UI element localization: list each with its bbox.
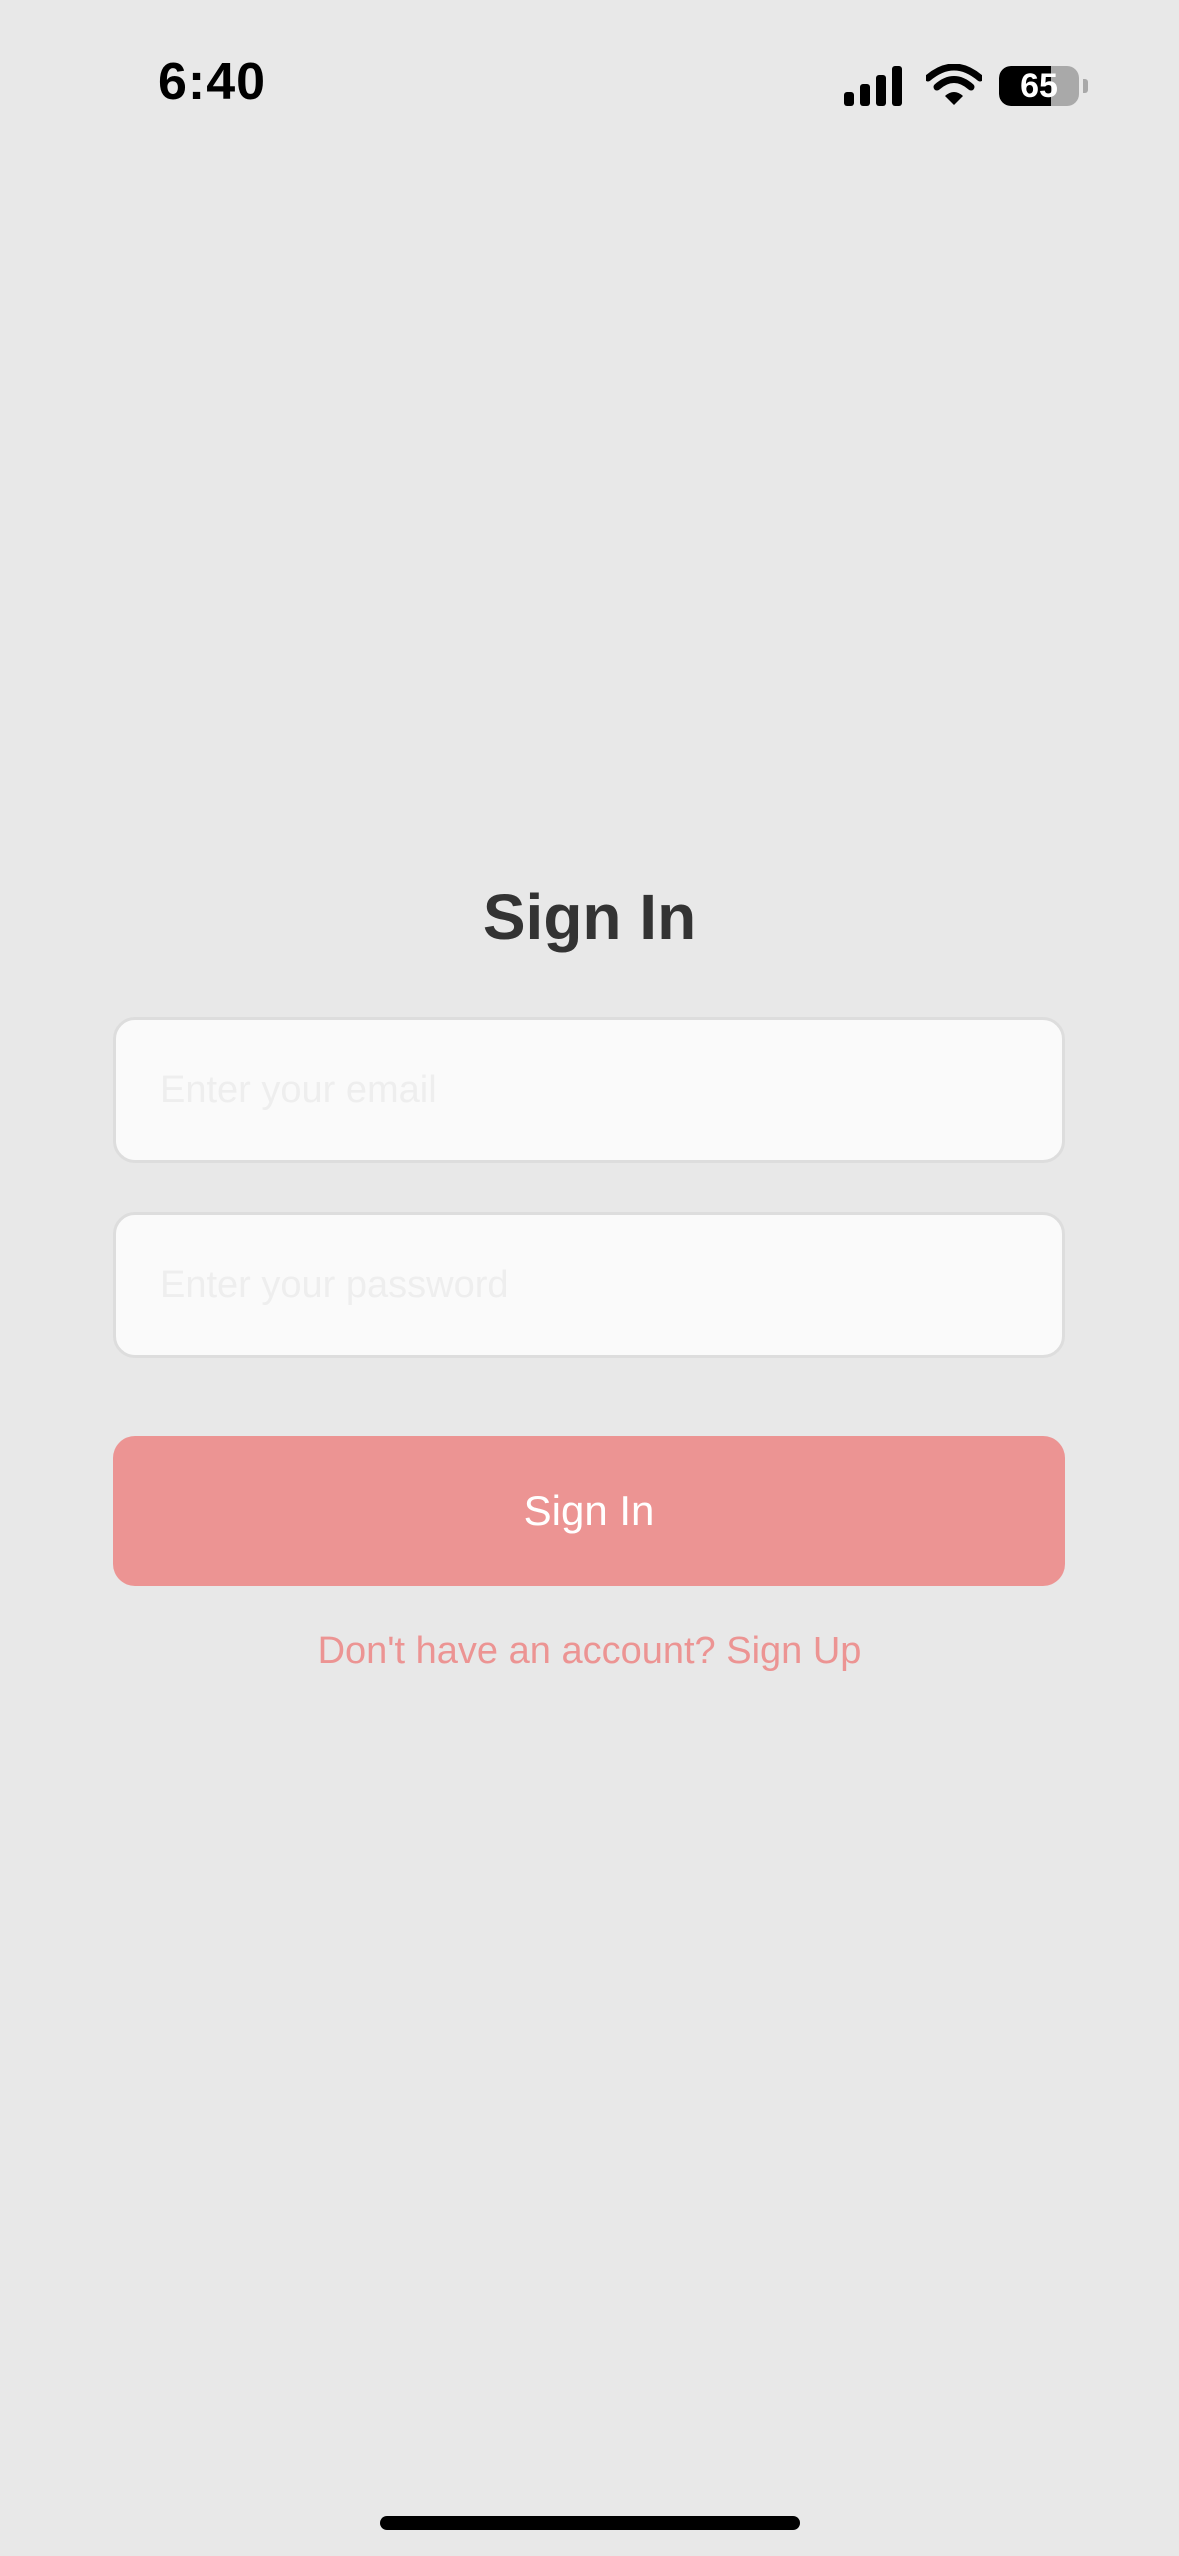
password-field[interactable] (113, 1212, 1065, 1358)
email-field[interactable] (113, 1017, 1065, 1163)
sign-in-button[interactable]: Sign In (113, 1436, 1065, 1586)
page-title: Sign In (482, 881, 697, 953)
battery-cap (1083, 79, 1088, 93)
home-indicator[interactable] (380, 2516, 800, 2530)
wifi-icon (926, 64, 982, 105)
sign-up-link[interactable]: Don't have an account? Sign Up (0, 1630, 1179, 1673)
battery-level: 65 (1020, 67, 1058, 105)
status-icons: 65 (844, 62, 1088, 108)
battery-icon: 65 (999, 66, 1079, 106)
sign-in-screen: 6:40 65 Sign In Sign In Don't have an ac… (0, 0, 1179, 2556)
status-time: 6:40 (158, 53, 267, 111)
signal-icon (844, 66, 902, 106)
